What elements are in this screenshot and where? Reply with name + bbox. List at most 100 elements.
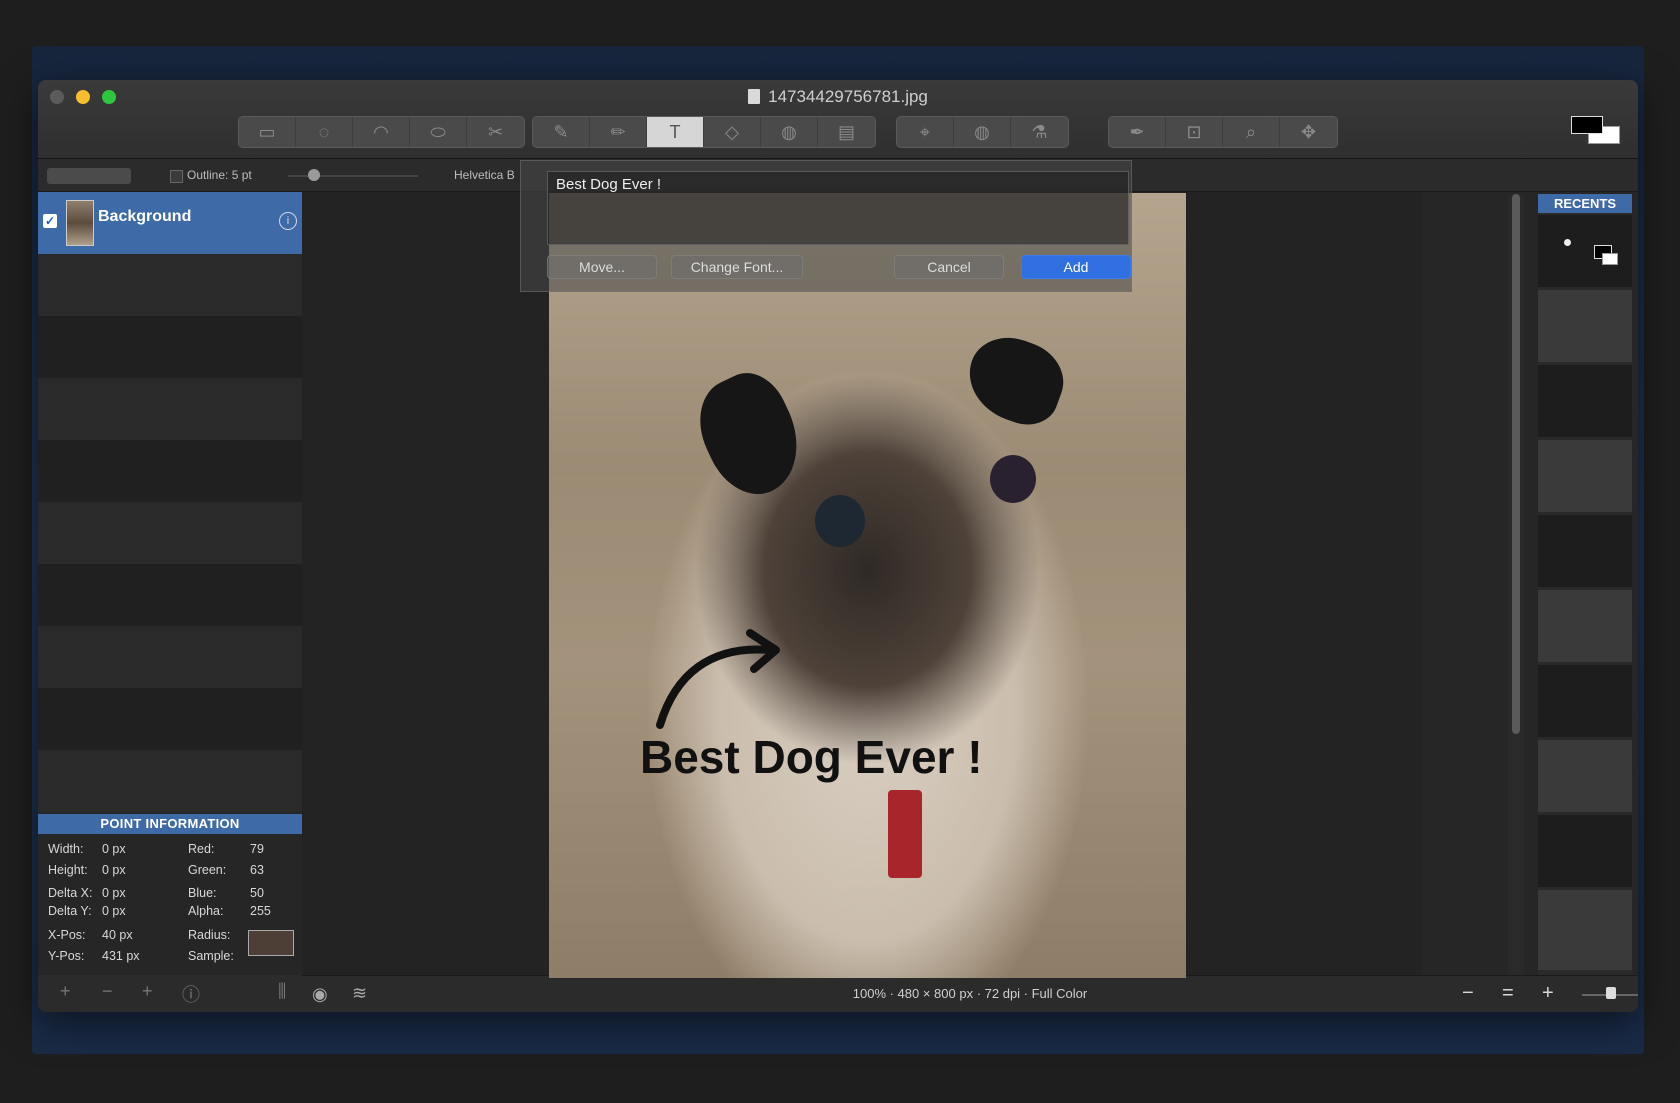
remove-layer-button[interactable]: − [102, 981, 113, 1002]
recent-item[interactable] [1538, 290, 1632, 362]
polygon-lasso-tool[interactable]: ⬭ [410, 117, 467, 147]
clone-tool[interactable]: ⌖ [897, 117, 954, 147]
outline-checkbox[interactable] [170, 170, 183, 183]
status-bar: ◉ ≋ 100% · 480 × 800 px · 72 dpi · Full … [302, 975, 1638, 1012]
recents-header: RECENTS [1538, 194, 1632, 213]
duplicate-layer-button[interactable]: + [142, 981, 153, 1002]
recent-item[interactable] [1538, 815, 1632, 887]
recent-item[interactable] [1538, 365, 1632, 437]
foreground-color-swatch[interactable] [1571, 116, 1603, 134]
add-layer-button[interactable]: + [60, 981, 71, 1002]
retouch-tools: ⌖ ◍ ⚗ [896, 116, 1069, 148]
blur-tool[interactable]: ◍ [954, 117, 1011, 147]
width-label: Width: [48, 842, 84, 856]
radius-label: Radius: [188, 928, 231, 942]
selection-tools: ▭ ◌ ◠ ⬭ ✂ [238, 116, 525, 148]
dog-eye-left [815, 495, 865, 547]
recent-item[interactable] [1538, 440, 1632, 512]
paint-bucket-tool[interactable]: ◍ [761, 117, 818, 147]
layer-visibility-checkbox[interactable]: ✓ [43, 214, 57, 228]
rect-select-tool[interactable]: ▭ [239, 117, 296, 147]
dog-eye-right [990, 455, 1036, 503]
layer-row-background[interactable]: ✓ Background i [38, 192, 302, 254]
y-pos-label: Y-Pos: [48, 949, 85, 963]
image-info: 100% · 480 × 800 px · 72 dpi · Full Colo… [852, 986, 1088, 1001]
alpha-value: 255 [250, 904, 271, 918]
recent-item[interactable] [1538, 890, 1632, 970]
text-input[interactable]: Best Dog Ever ! [547, 171, 1129, 245]
crop-tool[interactable]: ⊡ [1166, 117, 1223, 147]
text-input-value: Best Dog Ever ! [556, 176, 662, 193]
height-label: Height: [48, 863, 88, 877]
outline-slider-knob[interactable] [308, 169, 320, 181]
x-pos-label: X-Pos: [48, 928, 86, 942]
y-pos-value: 431 px [102, 949, 140, 963]
layer-row-empty [38, 564, 302, 626]
recent-item[interactable] [1538, 665, 1632, 737]
eraser-tool[interactable]: ◇ [704, 117, 761, 147]
titlebar: 14734429756781.jpg ▭ ◌ ◠ ⬭ ✂ ✎ ✏ T ◇ ◍ ▤… [38, 80, 1638, 159]
height-value: 0 px [102, 863, 126, 877]
x-pos-value: 40 px [102, 928, 133, 942]
document-icon [748, 89, 761, 104]
zoom-fit-button[interactable]: = [1502, 982, 1514, 1005]
zoom-out-button[interactable]: − [1462, 982, 1474, 1005]
zoom-slider-knob[interactable] [1606, 987, 1616, 999]
blue-label: Blue: [188, 886, 217, 900]
pen-tool[interactable]: ✎ [533, 117, 590, 147]
paint-tools: ✎ ✏ T ◇ ◍ ▤ [532, 116, 876, 148]
eyedropper-tool[interactable]: ✒ [1109, 117, 1166, 147]
layer-thumbnail [66, 200, 94, 246]
add-button[interactable]: Add [1021, 255, 1131, 279]
view-tools: ✒ ⊡ ⌕ ✥ [1108, 116, 1338, 148]
green-value: 63 [250, 863, 264, 877]
color-swatch-icon [1602, 253, 1618, 265]
adjust-tool[interactable]: ⚗ [1011, 117, 1068, 147]
delta-y-label: Delta Y: [48, 904, 92, 918]
zoom-in-button[interactable]: + [1542, 982, 1554, 1005]
layer-row-empty [38, 316, 302, 378]
magic-wand-tool[interactable]: ✂ [467, 117, 524, 147]
layer-row-empty [38, 502, 302, 564]
delta-y-value: 0 px [102, 904, 126, 918]
change-font-button[interactable]: Change Font... [671, 255, 803, 279]
point-information-header: POINT INFORMATION [38, 814, 302, 834]
delta-x-value: 0 px [102, 886, 126, 900]
blue-value: 50 [250, 886, 264, 900]
layers-footer: + − + ⓘ ⫼ [38, 975, 302, 1012]
sample-color-swatch [248, 930, 294, 956]
green-label: Green: [188, 863, 227, 877]
delta-x-label: Delta X: [48, 886, 93, 900]
window-title: 14734429756781.jpg [38, 87, 1638, 107]
cancel-button[interactable]: Cancel [894, 255, 1004, 279]
recent-item[interactable] [1538, 590, 1632, 662]
split-view-button[interactable]: ⫼ [278, 981, 286, 1002]
curved-arrow-icon [656, 629, 780, 729]
red-label: Red: [188, 842, 215, 856]
recent-item[interactable] [1538, 215, 1632, 287]
alpha-label: Alpha: [188, 904, 224, 918]
pug-photo[interactable] [549, 193, 1186, 978]
font-label: Helvetica B [454, 168, 515, 182]
width-value: 0 px [102, 842, 126, 856]
zoom-tool[interactable]: ⌕ [1223, 117, 1280, 147]
layer-name: Background [98, 208, 192, 225]
layer-info-icon[interactable]: i [279, 212, 297, 230]
outline-label: Outline: 5 pt [187, 168, 252, 182]
layer-info-button[interactable]: ⓘ [182, 981, 200, 1007]
lasso-tool[interactable]: ◠ [353, 117, 410, 147]
dog-harness [888, 790, 922, 878]
gradient-tool[interactable]: ▤ [818, 117, 875, 147]
text-tool[interactable]: T [647, 117, 704, 147]
move-button[interactable]: Move... [547, 255, 657, 279]
alignment-segmented-control[interactable] [47, 168, 131, 184]
move-tool[interactable]: ✥ [1280, 117, 1337, 147]
sample-label: Sample: [188, 949, 234, 963]
add-text-dialog: Best Dog Ever ! Move... Change Font... C… [520, 160, 1132, 292]
recent-item[interactable] [1538, 515, 1632, 587]
layer-row-empty [38, 750, 302, 812]
ellipse-select-tool[interactable]: ◌ [296, 117, 353, 147]
pencil-tool[interactable]: ✏ [590, 117, 647, 147]
vertical-scrollbar-thumb[interactable] [1512, 194, 1520, 734]
recent-item[interactable] [1538, 740, 1632, 812]
